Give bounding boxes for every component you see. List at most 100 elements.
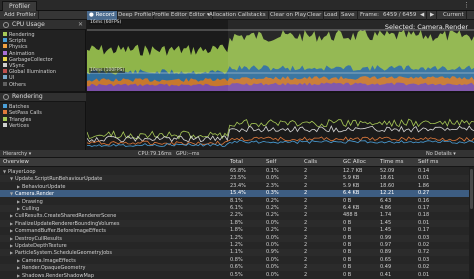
cell-total: 1.8% [230, 227, 243, 234]
cell-calls: 2 [304, 168, 308, 174]
cell-self: 0.0% [266, 175, 279, 182]
clear-on-play-button[interactable]: Clear on Play [268, 11, 310, 20]
row-name: ParticleSystem.ScheduleGeometryJobs [15, 250, 112, 257]
module-sidebar: CPU Usage ✕ Rendering Scripts Physics Anima… [0, 20, 86, 155]
cpu-legend-item[interactable]: Rendering [3, 32, 35, 38]
close-icon[interactable]: ✕ [78, 20, 83, 30]
render-legend-item[interactable]: SetPass Calls [3, 110, 42, 116]
cpu-legend-item[interactable]: VSync [3, 63, 24, 69]
row-name: Shadows.RenderShadowMap [22, 272, 95, 279]
cell-calls: 2 [304, 264, 308, 271]
next-frame-button[interactable]: ▶ [428, 11, 438, 20]
profile-editor-button[interactable]: Profile Editor [150, 11, 191, 20]
render-legend-item[interactable]: Vertices [3, 123, 29, 129]
table-row[interactable]: ▼ PlayerLoop 65.8% 0.1% 2 12.7 KB 52.09 0.14 [0, 168, 474, 175]
allocation-callstacks-button[interactable]: Allocation Callstacks [207, 11, 269, 20]
cpu-legend-item[interactable]: UI [3, 75, 14, 81]
table-row[interactable]: ▶ Drawing 8.1% 0.2% 2 0 B 6.43 0.16 [0, 198, 474, 205]
render-legend-item[interactable]: Triangles [3, 116, 31, 123]
render-legend-item[interactable]: Batches [3, 104, 29, 110]
cell-calls: 2 [304, 271, 308, 278]
table-row[interactable]: ▼ Camera.Render 15.4% 0.3% 2 6.4 KB 12.21 0.27 [0, 190, 474, 198]
cell-self: 0.2% [266, 227, 279, 234]
table-row[interactable]: ▶ Shadows.RenderShadowMap 0.5% 0.0% 2 0 B 0.41… [0, 272, 474, 279]
tab-profiler[interactable]: Profiler [2, 1, 38, 11]
table-header: Overview Total Self Calls GC Alloc Time … [0, 158, 474, 167]
cell-total: 2.2% [230, 212, 243, 219]
cell-self: 0.0% [266, 271, 279, 278]
hierarchy-toolbar: Hierarchy ▾ CPU:79.16ms GPU:--ms No Deta… [0, 150, 474, 158]
record-button[interactable]: ● Record [87, 11, 118, 20]
rendering-graph[interactable] [87, 93, 474, 150]
cell-time: 12.21 [380, 190, 395, 197]
record-label: Record [95, 12, 115, 18]
table-row[interactable]: ▶ UpdateDepthTexture 1.2% 0.0% 2 0 B 0.97 0.02 [0, 242, 474, 249]
view-mode-dropdown[interactable]: Hierarchy ▾ [3, 150, 31, 158]
row-name: UpdateDepthTexture [15, 243, 67, 249]
table-row[interactable]: ▼ Update.ScriptRunBehaviourUpdate 23.5% 0.0… [0, 175, 474, 183]
col-self-ms[interactable]: Self ms [418, 158, 438, 167]
row-name-cell: ▶ Shadows.RenderShadowMap [17, 272, 94, 279]
table-row[interactable]: ▶ ParticleSystem.ScheduleGeometryJobs 1.1%… [0, 249, 474, 257]
save-button[interactable]: Save [339, 11, 358, 20]
cell-selfms: 0.01 [418, 175, 430, 182]
cell-time: 6.43 [380, 197, 392, 204]
cpu-usage-graph[interactable]: 16ms (60FPS) 10ms (100FPS) Selected: Cam… [87, 20, 474, 91]
row-name: BehaviourUpdate [22, 183, 66, 190]
profiler-toolbar: Add Profiler ● Record Deep Profile Profi… [0, 11, 474, 20]
cell-time: 52.09 [380, 168, 395, 174]
cell-calls: 2 [304, 249, 308, 256]
table-row[interactable]: ▶ Camera.ImageEffects 0.8% 0.0% 2 0 B 0.65 0.03 [0, 257, 474, 264]
add-profiler-button[interactable]: Add Profiler [2, 11, 39, 20]
cell-time: 1.74 [380, 212, 392, 219]
cell-self: 2.3% [266, 182, 279, 189]
col-time-ms[interactable]: Time ms [380, 158, 403, 167]
cpu-module-header[interactable]: CPU Usage ✕ [0, 20, 86, 30]
cell-gc: 5.9 KB [343, 175, 360, 182]
row-name: CommandBuffer.BeforeImageEffects [15, 228, 107, 235]
cpu-legend-item[interactable]: GarbageCollector [3, 56, 53, 63]
table-row[interactable]: ▶ Render.OpaqueGeometry 0.6% 0.0% 2 0 B 0.49 0.… [0, 264, 474, 272]
cell-total: 15.4% [230, 190, 246, 197]
col-gc-alloc[interactable]: GC Alloc [343, 158, 366, 167]
deep-profile-button[interactable]: Deep Profile [116, 11, 155, 20]
cpu-legend-item[interactable]: Animation [3, 50, 35, 57]
cell-calls: 2 [304, 256, 308, 263]
table-row[interactable]: ▶ BehaviourUpdate 23.4% 2.3% 2 5.9 KB 18.60 1.8… [0, 183, 474, 190]
cpu-icon [3, 22, 9, 28]
cpu-legend-item[interactable]: Physics [3, 44, 28, 50]
col-self[interactable]: Self [266, 158, 276, 167]
prev-frame-button[interactable]: ◀ [418, 11, 428, 20]
row-name: FinalizeUpdateRendererBoundingVolumes [15, 220, 120, 227]
col-total[interactable]: Total [230, 158, 243, 167]
cell-calls: 2 [304, 182, 308, 189]
row-name: Update.ScriptRunBehaviourUpdate [15, 176, 103, 183]
menu-icon[interactable]: ⋮ [463, 1, 470, 10]
rendering-module-header[interactable]: Rendering [0, 92, 86, 102]
cell-gc: 488 B [343, 212, 358, 219]
scrollbar-thumb[interactable] [470, 169, 473, 209]
table-scrollbar[interactable] [469, 167, 474, 279]
cell-total: 65.8% [230, 168, 246, 174]
cpu-legend-item[interactable]: Global Illumination [3, 69, 56, 75]
cell-self: 0.1% [266, 168, 279, 174]
cell-selfms: 0.18 [418, 212, 430, 219]
col-calls[interactable]: Calls [304, 158, 317, 167]
details-dropdown[interactable]: No Details ▾ [426, 150, 456, 158]
cpu-legend-item[interactable]: Scripts [3, 38, 26, 44]
cell-calls: 2 [304, 190, 308, 197]
cpu-legend-item[interactable]: Others [3, 81, 26, 88]
cell-total: 1.1% [230, 249, 243, 256]
table-row[interactable]: ▶ Culling 6.1% 0.2% 2 6.4 KB 4.86 0.17 [0, 205, 474, 212]
row-name: Camera.Render [15, 191, 55, 198]
table-row[interactable]: ▶ CommandBuffer.BeforeImageEffects 1.8% 0.2… [0, 227, 474, 234]
current-frame-button[interactable]: Current [441, 11, 467, 20]
table-row[interactable]: ▶ FinalizeUpdateRendererBoundingVolumes 1.… [0, 219, 474, 227]
load-button[interactable]: Load [322, 11, 341, 20]
table-row[interactable]: ▶ CullResults.CreateSharedRendererScene 2.… [0, 212, 474, 219]
window-titlebar: Profiler ⋮ [0, 0, 474, 11]
table-row[interactable]: ▶ DestroyCullResults 1.2% 0.0% 2 0 B 0.99 0.03 [0, 234, 474, 242]
cell-selfms: 0.03 [418, 256, 430, 263]
col-overview[interactable]: Overview [3, 158, 29, 167]
cell-self: 0.3% [266, 190, 279, 197]
